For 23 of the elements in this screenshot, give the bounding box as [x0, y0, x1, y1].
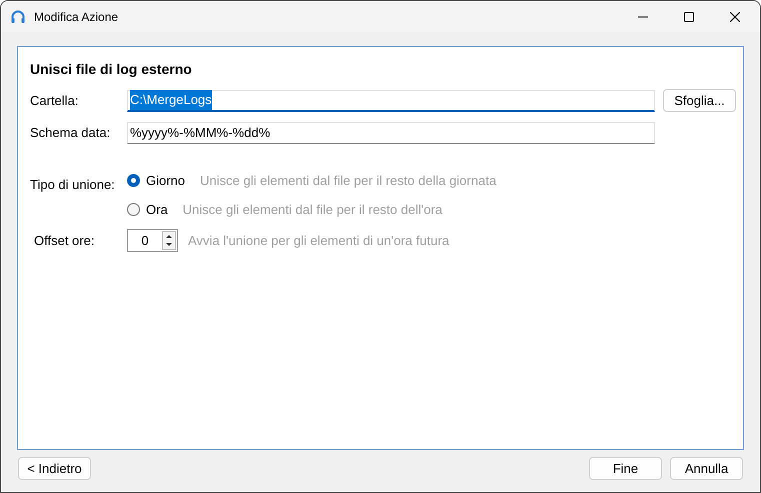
option-description: Avvia l'unione per gli elementi di un'ora futura: [188, 232, 450, 250]
browse-button[interactable]: Sfoglia...: [663, 89, 736, 112]
field-value: C:\MergeLogs: [130, 90, 212, 110]
input-field[interactable]: C:\MergeLogs: [127, 90, 655, 112]
field-label: Offset ore:: [33, 232, 96, 250]
close-icon[interactable]: [730, 12, 740, 22]
spin-arrows-icon[interactable]: [162, 231, 176, 250]
field-label: Schema data:: [30, 124, 112, 142]
headset-icon: [10, 8, 26, 24]
radio-option[interactable]: Giorno: [127, 171, 186, 190]
field-label: Tipo di unione:: [30, 176, 116, 194]
number-spinner[interactable]: 0: [127, 229, 178, 252]
option-description: Unisce gli elementi dal file per il resto della giornata: [200, 172, 496, 190]
radio-option[interactable]: Ora: [127, 200, 168, 219]
window-title: Modifica Azione: [34, 8, 118, 26]
finish-button[interactable]: Fine: [589, 457, 662, 480]
option-description: Unisce gli elementi dal file per il resto dell'ora: [182, 200, 442, 219]
field-label: Cartella:: [30, 92, 80, 110]
back-button[interactable]: < Indietro: [18, 457, 91, 480]
section-heading: Unisci file di log esterno: [30, 60, 193, 79]
input-field[interactable]: %yyyy%-%MM%-%dd%: [127, 122, 655, 144]
maximize-icon[interactable]: [684, 12, 694, 22]
cancel-button[interactable]: Annulla: [670, 457, 743, 480]
